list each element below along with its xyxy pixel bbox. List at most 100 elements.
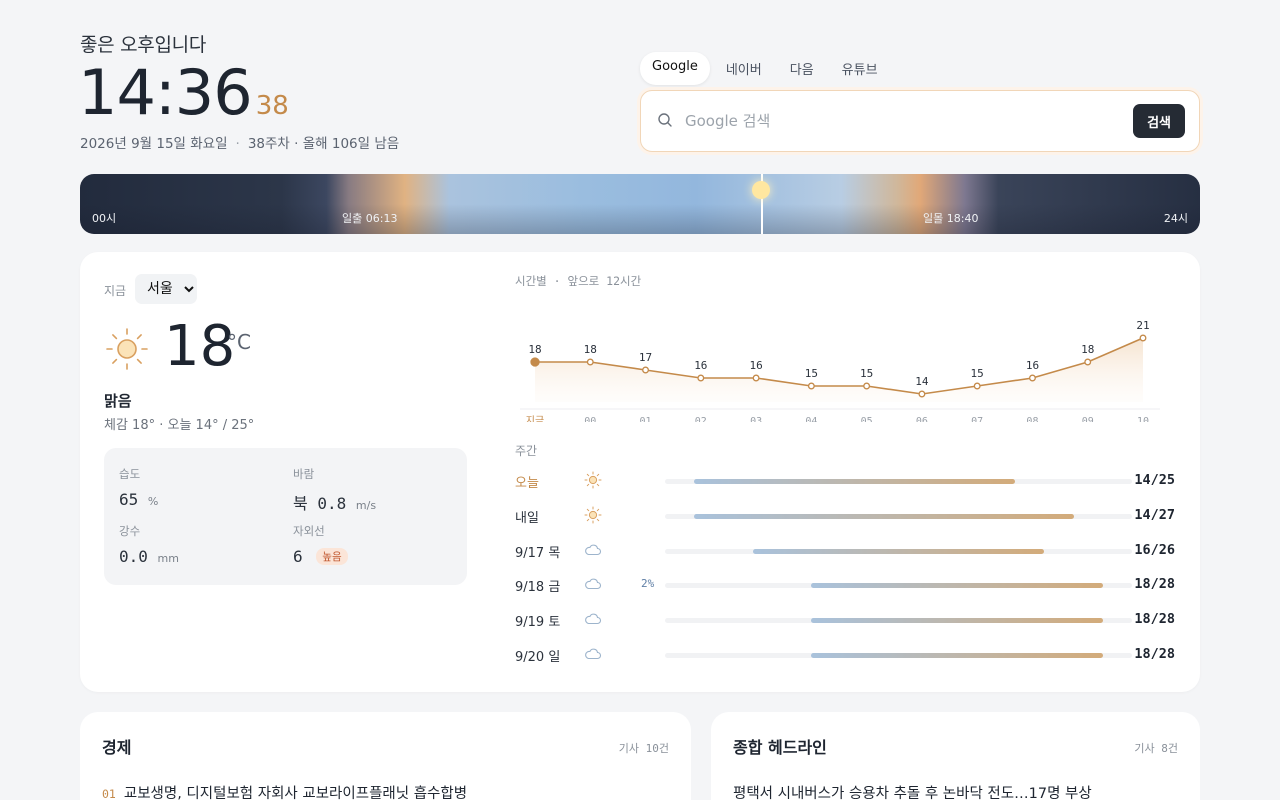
news-rank: 01 <box>102 787 116 800</box>
uv-value: 6 <box>293 547 303 566</box>
stat-value: 6 높음 <box>293 547 348 566</box>
greeting: 좋은 오후입니다 <box>80 34 207 56</box>
precipitation-value: 0.0 <box>119 547 148 566</box>
temperature-point <box>530 357 540 367</box>
clock-hours-minutes: 14:36 <box>78 56 253 129</box>
weekly-row: 9/19 토 18/28 <box>515 607 1175 631</box>
sun-position-icon <box>752 181 770 199</box>
sun-icon <box>106 328 148 370</box>
temperature-range-text: 18/28 <box>1134 611 1175 628</box>
stat-value: 65 % <box>119 490 158 509</box>
temperature-point <box>697 374 705 382</box>
humidity-stat: 습도 65 % <box>119 466 158 509</box>
weekly-row: 오늘 14/25 <box>515 468 1175 492</box>
hour-tick-label: 07 <box>971 416 983 422</box>
temperature-data-label: 16 <box>694 359 707 372</box>
temperature-point <box>586 358 594 366</box>
hour-tick-label: 08 <box>1026 416 1038 422</box>
temperature-range-fill <box>752 548 1045 554</box>
news-article-count: 기사 10건 <box>618 742 669 755</box>
news-headline-text[interactable]: 교보생명, 디지털보험 자회사 교보라이프플래닛 흡수합병 <box>124 786 467 800</box>
humidity-value: 65 <box>119 490 139 509</box>
temperature-point <box>1029 374 1036 382</box>
temperature-point <box>863 382 871 390</box>
cloud-icon <box>583 609 603 629</box>
stat-label: 습도 <box>119 467 141 481</box>
search-button[interactable]: 검색 <box>1133 104 1185 138</box>
clock-seconds: 38 <box>255 91 289 121</box>
weekly-day-label: 내일 <box>515 510 539 526</box>
temperature-unit: °C <box>227 330 251 354</box>
weekly-row: 9/18 금 2% 18/28 <box>515 572 1175 596</box>
hourly-temperature-chart: 18 지금 18 00 17 01 16 02 16 03 15 04 15 05 14 06 15 07 16 08… <box>520 319 1160 422</box>
sun-icon <box>583 470 603 490</box>
hour-tick-label: 01 <box>640 416 652 422</box>
temperature-area <box>535 338 1143 402</box>
wind-value: 북 0.8 <box>293 494 347 513</box>
temperature-data-label: 15 <box>860 367 873 380</box>
search-engine-tabs: Google 네이버 다음 유튜브 <box>640 52 890 85</box>
hourly-title: 시간별 · 앞으로 12시간 <box>515 274 642 288</box>
search-input[interactable] <box>685 105 1125 137</box>
daybar-start-label: 00시 <box>92 212 117 225</box>
week-info: 38주차 · 올해 106일 남음 <box>247 136 400 152</box>
temperature-data-label: 16 <box>749 359 762 372</box>
hour-tick-label: 04 <box>805 416 817 422</box>
temperature-point <box>752 374 760 382</box>
stat-label: 강수 <box>119 524 141 538</box>
precipitation-unit: mm <box>157 552 179 565</box>
news-section-title: 종합 헤드라인 <box>733 738 827 757</box>
wind-stat: 바람 북 0.8 m/s <box>293 466 376 514</box>
tab-daum[interactable]: 다음 <box>778 52 826 85</box>
news-headline[interactable]: 01 교보생명, 디지털보험 자회사 교보라이프플래닛 흡수합병 <box>102 782 467 800</box>
hour-tick-label: 06 <box>916 416 928 422</box>
temperature-range-text: 18/28 <box>1134 646 1175 662</box>
separator-dot: · <box>235 136 240 152</box>
tab-google[interactable]: Google <box>640 52 710 85</box>
tab-youtube[interactable]: 유튜브 <box>830 52 890 85</box>
wind-unit: m/s <box>355 499 377 512</box>
search-box: 검색 <box>640 90 1200 152</box>
temperature-point <box>973 382 981 390</box>
tab-naver[interactable]: 네이버 <box>714 52 774 85</box>
temperature-range-text: 16/26 <box>1134 541 1175 558</box>
temperature-range-text: 14/27 <box>1134 506 1175 523</box>
temperature-data-label: 18 <box>528 343 541 356</box>
temperature-range-track <box>665 479 1132 484</box>
precipitation-stat: 강수 0.0 mm <box>119 523 179 566</box>
weekly-row: 9/17 목 16/26 <box>515 538 1175 562</box>
temperature-point <box>642 366 649 374</box>
hour-tick-label: 10 <box>1137 416 1149 422</box>
cloud-icon <box>583 644 603 664</box>
temperature-range-track <box>665 513 1132 519</box>
temperature-data-label: 21 <box>1136 319 1149 332</box>
hour-tick-label: 02 <box>695 416 707 422</box>
temperature-data-label: 17 <box>639 351 652 364</box>
weekly-day-label: 오늘 <box>515 476 539 491</box>
city-select[interactable]: 서울 <box>135 274 197 304</box>
weekly-day-label: 9/17 목 <box>515 545 561 561</box>
news-article-count: 기사 8건 <box>1134 742 1178 755</box>
daylight-bar: 00시 일출 06:13 일몰 18:40 24시 <box>80 174 1200 234</box>
stat-value: 북 0.8 m/s <box>293 490 376 514</box>
weekly-title: 주간 <box>515 444 538 458</box>
current-temperature: 18 <box>164 314 236 379</box>
temperature-data-label: 16 <box>1026 359 1039 372</box>
news-headline-text[interactable]: 평택서 시내버스가 승용차 추돌 후 논바닥 전도…17명 부상 <box>733 786 1092 800</box>
temperature-range-text: 18/28 <box>1134 576 1175 593</box>
news-card-headlines: 종합 헤드라인 기사 8건 평택서 시내버스가 승용차 추돌 후 논바닥 전도…… <box>711 712 1200 800</box>
weekly-row: 9/20 일 18/28 <box>515 642 1175 666</box>
date-text: 2026년 9월 15일 화요일 <box>80 136 228 152</box>
news-headline[interactable]: 평택서 시내버스가 승용차 추돌 후 논바닥 전도…17명 부상 <box>733 782 1092 800</box>
weather-card: 지금 서울 18 °C 맑음 체감 18° · 오늘 14° / 25° 습도 … <box>80 252 1200 692</box>
temperature-range-track <box>665 583 1132 589</box>
now-label: 지금 <box>104 284 127 298</box>
sun-icon <box>583 505 603 525</box>
uv-level-badge: 높음 <box>316 548 348 565</box>
temperature-range-fill <box>810 583 1103 589</box>
stat-label: 자외선 <box>293 524 325 538</box>
temperature-range-track <box>665 653 1132 658</box>
temperature-data-label: 18 <box>584 343 597 356</box>
temperature-point <box>807 382 815 390</box>
temperature-data-label: 14 <box>915 375 929 388</box>
